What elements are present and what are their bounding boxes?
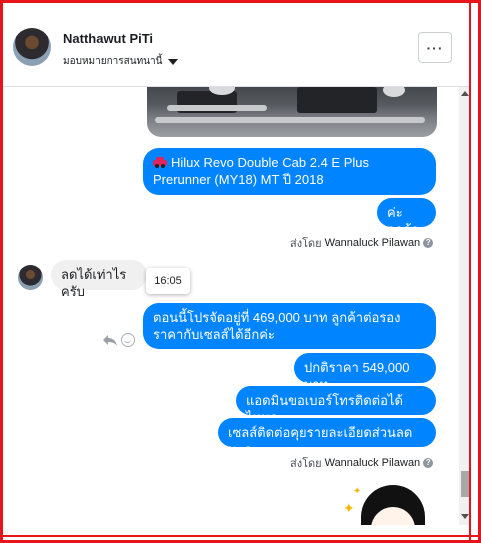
scroll-up-icon[interactable] [461,91,469,96]
sparkle-icon: ✦ [343,500,355,516]
message-bubble-outgoing[interactable]: Hilux Revo Double Cab 2.4 E Plus Prerunn… [143,148,436,195]
highlight-frame-edge [469,0,471,543]
message-bubble-outgoing[interactable]: แอดมินขอเบอร์โทรติดต่อได้ไหมคะ [236,386,436,425]
message-thread: Hilux Revo Double Cab 2.4 E Plus Prerunn… [3,87,457,525]
reply-icon[interactable] [102,333,118,347]
sparkle-icon: ✦ [353,486,362,497]
contact-avatar[interactable] [13,28,51,66]
contact-avatar-small[interactable] [18,265,43,290]
message-text: ตอนนี้โปรจัดอยู่ที่ 469,000 บาท ลูกค้าต่… [153,310,401,342]
message-bubble-outgoing[interactable]: ปกติราคา 549,000 บาท [294,353,436,392]
assign-conversation-label: มอบหมายการสนทนานี้ [63,56,163,67]
conversation-header: Natthawut PiTi มอบหมายการสนทนานี้ ··· [3,3,471,87]
scrollbar-thumb[interactable] [461,471,469,497]
sent-by-label: ส่งโดย Wannaluck Pilawan ? [290,234,434,252]
emoji-icon[interactable] [121,333,135,347]
more-options-button[interactable]: ··· [418,32,452,63]
car-icon [153,157,167,168]
message-bubble-outgoing[interactable]: ตอนนี้โปรจัดอยู่ที่ 469,000 บาท ลูกค้าต่… [143,303,436,349]
sent-by-agent[interactable]: Wannaluck Pilawan [325,457,421,469]
more-icon: ··· [426,39,444,56]
sent-by-prefix: ส่งโดย [290,458,322,470]
message-text: ลดได้เท่าไรครับ [61,267,127,299]
sticker[interactable]: ✦ ✦ [343,479,443,525]
message-bubble-outgoing[interactable]: เซลส์ติดต่อคุยรายละเอียดส่วนลดนะคะ [218,418,436,457]
shared-photo[interactable] [147,87,437,137]
sent-by-label: ส่งโดย Wannaluck Pilawan ? [290,454,434,472]
message-text: Hilux Revo Double Cab 2.4 E Plus Prerunn… [153,155,369,187]
contact-name[interactable]: Natthawut PiTi [63,31,153,46]
chevron-down-icon [168,59,179,65]
message-bubble-incoming[interactable]: ลดได้เท่าไรครับ [51,260,147,299]
timestamp-tooltip: 16:05 [146,268,190,294]
sent-by-agent[interactable]: Wannaluck Pilawan [325,237,421,249]
scroll-down-icon[interactable] [461,514,469,519]
message-text: เซลส์ติดต่อคุยรายละเอียดส่วนลดนะคะ [228,425,413,457]
info-icon[interactable]: ? [423,238,434,248]
message-bubble-outgoing[interactable]: ค่ะลูกค้า [377,198,436,237]
assign-conversation-dropdown[interactable]: มอบหมายการสนทนานี้ [63,54,179,69]
sent-by-prefix: ส่งโดย [290,238,322,250]
message-text: ค่ะลูกค้า [387,205,419,237]
highlight-frame-edge [0,535,481,537]
info-icon[interactable]: ? [423,458,434,468]
